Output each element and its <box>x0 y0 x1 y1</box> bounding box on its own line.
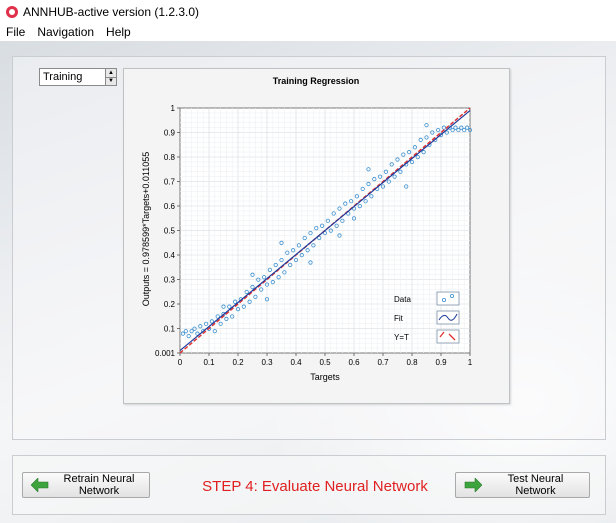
app-icon <box>6 5 18 18</box>
x-tick-label: 0.8 <box>406 358 418 367</box>
title-bar: ANNHUB-active version (1.2.3.0) <box>0 0 616 23</box>
y-tick-label: 0.5 <box>164 227 176 236</box>
y-tick-label: 0.3 <box>164 276 176 285</box>
x-tick-label: 0.1 <box>203 358 215 367</box>
spin-down-icon[interactable]: ▼ <box>106 76 116 85</box>
test-button-label: Test Neural Network <box>507 473 564 497</box>
arrow-left-icon <box>31 478 49 492</box>
dataset-selector[interactable]: Training ▲ ▼ <box>39 68 117 86</box>
y-tick-label: 0.1 <box>164 325 176 334</box>
regression-chart: Training Regression Targets Outputs = 0.… <box>123 68 510 404</box>
y-tick-label: 0.7 <box>164 178 176 187</box>
retrain-button-label: Retrain Neural Network <box>63 473 135 497</box>
x-tick-label: 0.2 <box>232 358 244 367</box>
window-title: ANNHUB-active version (1.2.3.0) <box>23 4 200 19</box>
chart-svg: Training Regression Targets Outputs = 0.… <box>141 76 473 382</box>
retrain-button[interactable]: Retrain Neural Network <box>22 472 150 498</box>
dataset-spinner[interactable]: ▲ ▼ <box>105 69 116 85</box>
y-tick-label: 0.2 <box>164 300 176 309</box>
menu-help[interactable]: Help <box>100 25 137 39</box>
x-tick-label: 0.6 <box>348 358 360 367</box>
y-axis-label: Outputs = 0.978599*Targets+0.011055 <box>141 152 151 306</box>
spin-up-icon[interactable]: ▲ <box>106 69 116 77</box>
menu-bar: File Navigation Help <box>0 23 616 41</box>
y-tick-label: 0.4 <box>164 251 176 260</box>
y-tick-label: 0.9 <box>164 129 176 138</box>
x-axis-label: Targets <box>310 372 340 382</box>
x-tick-label: 0.7 <box>377 358 389 367</box>
test-button[interactable]: Test Neural Network <box>455 472 590 498</box>
chart-title: Training Regression <box>273 76 360 86</box>
legend-label: Fit <box>394 314 404 323</box>
legend-swatch <box>436 291 460 306</box>
menu-navigation[interactable]: Navigation <box>31 25 100 39</box>
x-tick-label: 0.9 <box>435 358 447 367</box>
legend-label: Y=T <box>394 333 409 342</box>
y-tick-label: 1 <box>171 104 176 113</box>
y-tick-label: 0.8 <box>164 153 176 162</box>
step-status: STEP 4: Evaluate Neural Network <box>202 478 428 495</box>
x-tick-label: 0.5 <box>319 358 331 367</box>
arrow-right-icon <box>464 478 482 492</box>
menu-file[interactable]: File <box>0 25 31 39</box>
y-tick-label: 0.001 <box>155 349 176 358</box>
x-tick-label: 0.4 <box>290 358 302 367</box>
x-tick-label: 0 <box>178 358 183 367</box>
legend-label: Data <box>394 295 411 304</box>
dataset-selector-value: Training <box>43 71 83 83</box>
x-tick-label: 0.3 <box>261 358 273 367</box>
x-tick-label: 1 <box>468 358 473 367</box>
y-tick-label: 0.6 <box>164 202 176 211</box>
